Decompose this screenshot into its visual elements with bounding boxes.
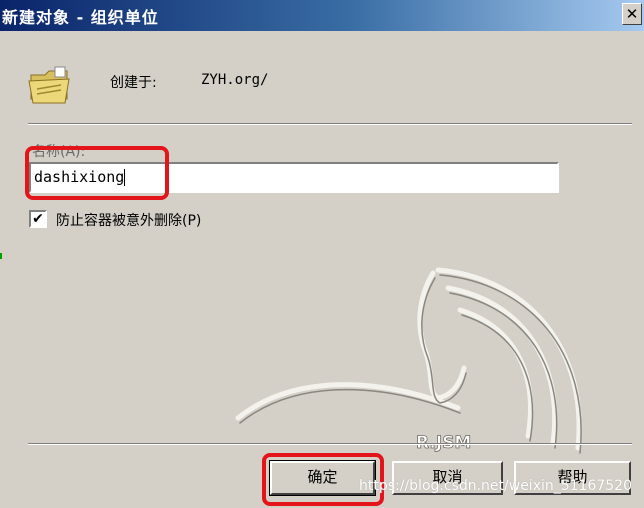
protect-from-deletion-checkbox[interactable]: ✔ xyxy=(29,210,47,228)
organizational-unit-icon xyxy=(28,66,70,104)
green-marker xyxy=(0,253,2,259)
horse-logo-watermark: R.JSM xyxy=(235,267,582,454)
window-title: 新建对象 - 组织单位 xyxy=(2,7,159,27)
created-in-label: 创建于: xyxy=(110,75,157,91)
close-button[interactable]: ✕ xyxy=(622,3,642,25)
watermark-url: https://blog.csdn.net/weixin_51167520 xyxy=(358,478,632,494)
protect-from-deletion-label[interactable]: 防止容器被意外删除(P) xyxy=(56,210,201,230)
created-in-value: ZYH.org/ xyxy=(201,72,269,88)
separator-bottom xyxy=(28,443,632,445)
annotation-highlight-name xyxy=(25,146,169,200)
separator xyxy=(28,123,632,125)
title-bar: 新建对象 - 组织单位 ✕ xyxy=(0,0,644,31)
